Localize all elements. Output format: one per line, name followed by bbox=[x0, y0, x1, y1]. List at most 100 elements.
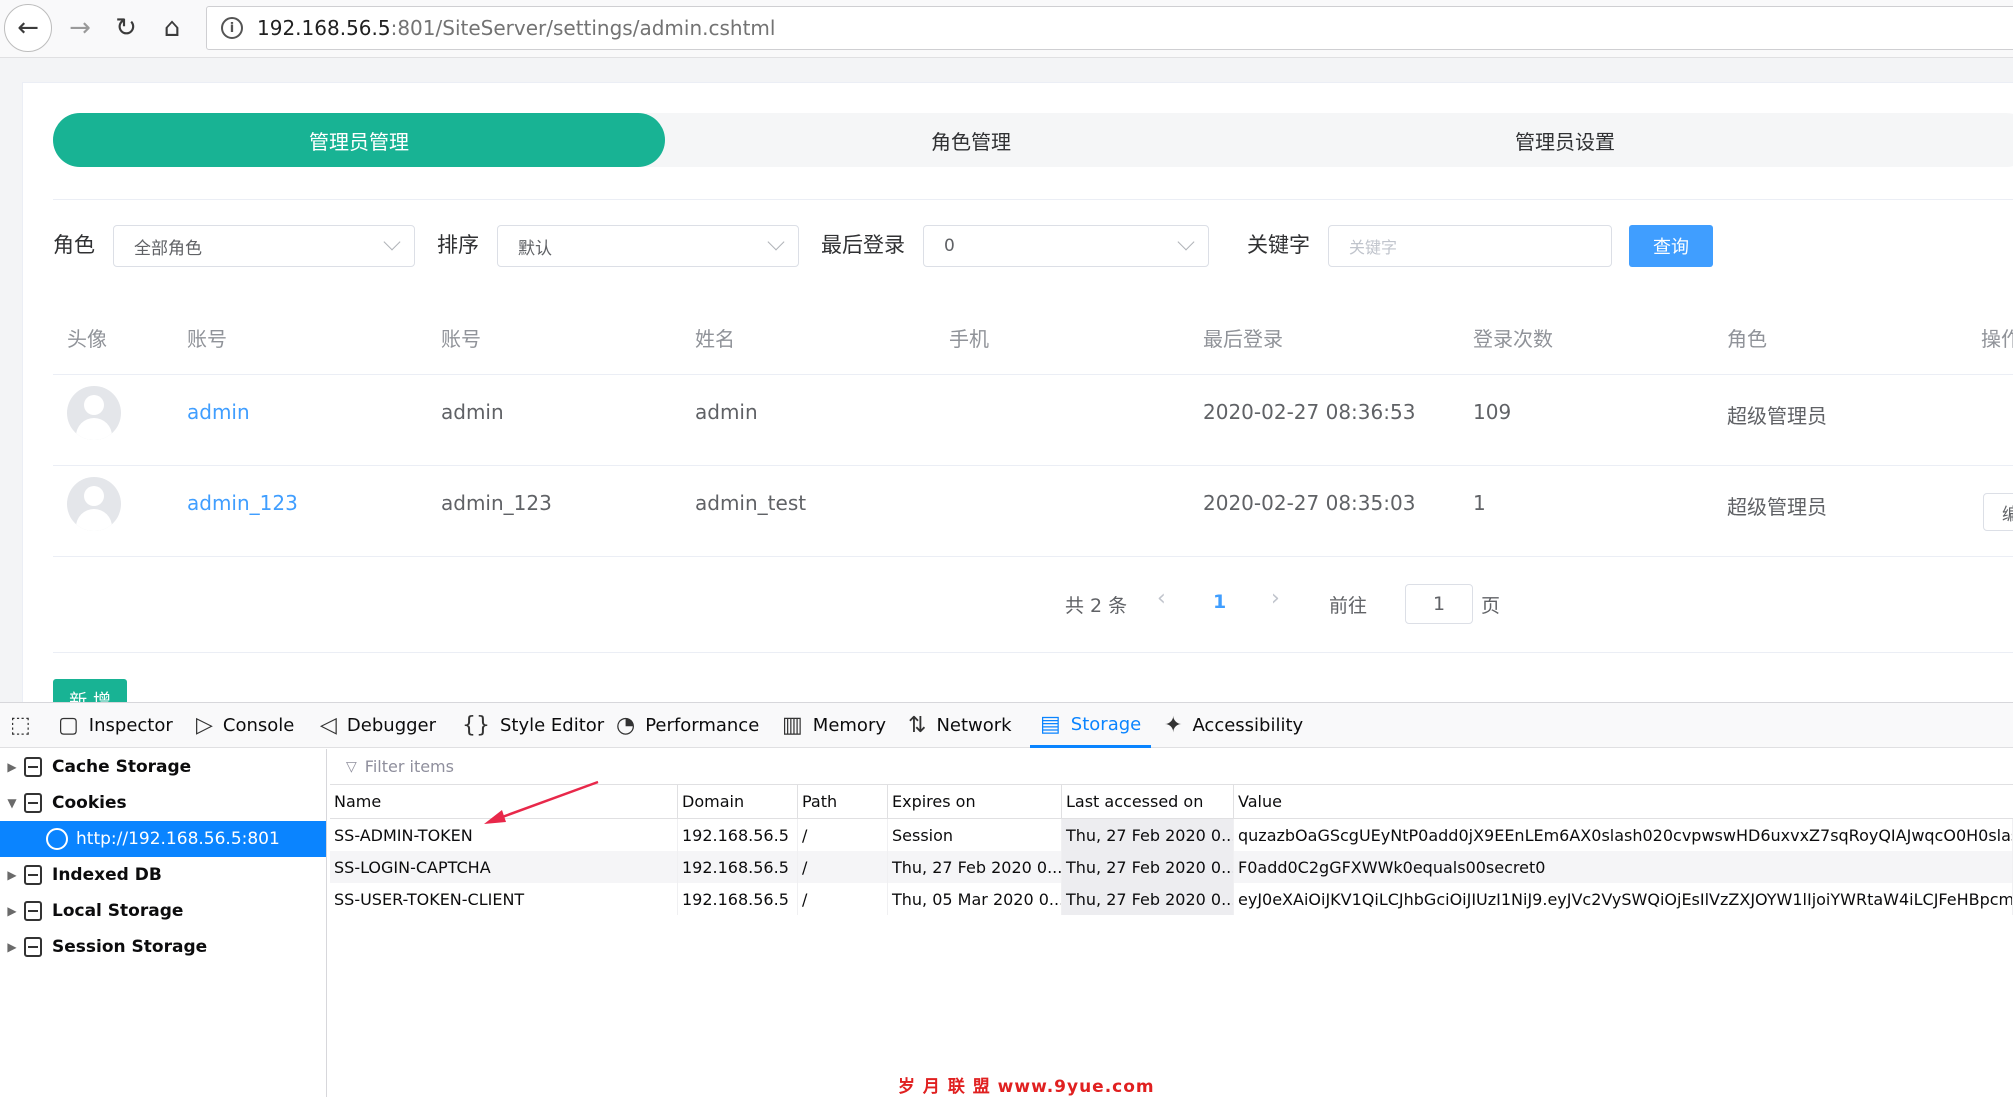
th-name: 姓名 bbox=[695, 327, 735, 351]
role-select[interactable]: 全部角色 bbox=[113, 225, 415, 267]
cookie-expires[interactable]: Thu, 27 Feb 2020 0... bbox=[888, 851, 1062, 883]
expand-arrow-icon[interactable]: ▶ bbox=[0, 940, 24, 954]
globe-icon bbox=[46, 828, 68, 850]
database-icon bbox=[24, 865, 42, 885]
account-link[interactable]: admin bbox=[187, 400, 250, 424]
pager-goto-label: 前往 bbox=[1329, 595, 1368, 617]
cookie-last-accessed[interactable]: Thu, 27 Feb 2020 0... bbox=[1062, 819, 1234, 851]
edit-button[interactable]: 编 bbox=[1983, 493, 2013, 531]
devtools-tab-debugger[interactable]: ◁ Debugger bbox=[320, 703, 436, 748]
address-bar[interactable]: i 192.168.56.5 :801/SiteServer/settings/… bbox=[206, 6, 2013, 50]
browser-toolbar: ← → ↻ ⌂ i 192.168.56.5 :801/SiteServer/s… bbox=[0, 0, 2013, 58]
collapse-arrow-icon[interactable]: ▼ bbox=[0, 796, 24, 810]
order-select-value: 默认 bbox=[518, 238, 552, 259]
add-button[interactable]: 新 增 bbox=[53, 679, 127, 702]
pager-next-icon[interactable]: › bbox=[1271, 586, 1280, 611]
table-row-divider bbox=[53, 556, 2013, 557]
tree-item-local-storage[interactable]: ▶ Local Storage bbox=[0, 893, 326, 929]
devtools-tab-console[interactable]: ▷ Console bbox=[196, 703, 294, 748]
url-path: :801/SiteServer/settings/admin.cshtml bbox=[390, 16, 776, 40]
th-avatar: 头像 bbox=[67, 327, 107, 351]
cookie-domain[interactable]: 192.168.56.5 bbox=[678, 819, 798, 851]
tree-item-label: Indexed DB bbox=[52, 865, 162, 885]
cookie-value[interactable]: F0add0C2gGFXWWk0equals00secret0 bbox=[1234, 851, 2013, 883]
login-count-cell: 1 bbox=[1473, 491, 1486, 515]
pager-goto-input[interactable]: 1 bbox=[1405, 584, 1473, 624]
devtools-tab-label: Memory bbox=[812, 715, 887, 736]
back-arrow-icon[interactable]: ← bbox=[4, 4, 52, 52]
tree-item-session-storage[interactable]: ▶ Session Storage bbox=[0, 929, 326, 965]
console-icon: ▷ bbox=[196, 713, 213, 738]
home-icon[interactable]: ⌂ bbox=[150, 6, 194, 50]
tab-role-management[interactable]: 角色管理 bbox=[665, 113, 1277, 167]
tab-admin-settings[interactable]: 管理员设置 bbox=[1265, 113, 1865, 167]
cookie-last-accessed[interactable]: Thu, 27 Feb 2020 0... bbox=[1062, 851, 1234, 883]
expand-arrow-icon[interactable]: ▶ bbox=[0, 904, 24, 918]
col-header-value[interactable]: Value bbox=[1234, 785, 2013, 819]
last-login-select[interactable]: 0 bbox=[923, 225, 1209, 267]
url-host: 192.168.56.5 bbox=[257, 16, 391, 40]
devtools-tab-memory[interactable]: ▥ Memory bbox=[782, 703, 886, 748]
cookie-name[interactable]: SS-USER-TOKEN-CLIENT bbox=[330, 883, 678, 915]
divider bbox=[53, 652, 2013, 653]
performance-icon: ◔ bbox=[616, 713, 636, 738]
devtools-tab-label: Style Editor bbox=[500, 715, 605, 736]
devtools-tab-network[interactable]: ⇅ Network bbox=[908, 703, 1012, 748]
cookie-path[interactable]: / bbox=[798, 883, 888, 915]
chevron-down-icon bbox=[383, 233, 401, 251]
expand-arrow-icon[interactable]: ▶ bbox=[0, 760, 24, 774]
cookie-value[interactable]: quzazbOaGScgUEyNtP0add0jX9EEnLEm6AX0slas… bbox=[1234, 819, 2013, 851]
devtools-tab-performance[interactable]: ◔ Performance bbox=[616, 703, 759, 748]
col-header-expires[interactable]: Expires on bbox=[888, 785, 1062, 819]
site-info-icon[interactable]: i bbox=[221, 17, 243, 39]
query-button[interactable]: 查询 bbox=[1629, 225, 1713, 267]
devtools-tab-accessibility[interactable]: ✦ Accessibility bbox=[1164, 703, 1303, 748]
devtools-tab-label: Performance bbox=[645, 715, 760, 736]
memory-icon: ▥ bbox=[782, 713, 803, 738]
debugger-icon: ◁ bbox=[320, 713, 337, 738]
name-cell: admin_test bbox=[695, 491, 807, 515]
cookie-value[interactable]: eyJ0eXAiOiJKV1QiLCJhbGciOiJIUzI1NiJ9.eyJ… bbox=[1234, 883, 2013, 915]
col-header-domain[interactable]: Domain bbox=[678, 785, 798, 819]
pager-page-1[interactable]: 1 bbox=[1213, 591, 1226, 613]
forward-arrow-icon[interactable]: → bbox=[58, 6, 102, 50]
pager-page-label: 页 bbox=[1481, 595, 1501, 617]
filter-icon: ▽ bbox=[346, 758, 357, 775]
role-label: 角色 bbox=[53, 233, 95, 257]
table-row-divider bbox=[53, 465, 2013, 466]
col-header-path[interactable]: Path bbox=[798, 785, 888, 819]
th-account-2: 账号 bbox=[441, 327, 481, 351]
devtools-tab-style-editor[interactable]: {} Style Editor bbox=[462, 703, 604, 748]
col-header-last-accessed[interactable]: Last accessed on bbox=[1062, 785, 1234, 819]
cookie-expires[interactable]: Session bbox=[888, 819, 1062, 851]
database-icon bbox=[24, 937, 42, 957]
cookie-last-accessed[interactable]: Thu, 27 Feb 2020 0... bbox=[1062, 883, 1234, 915]
cookie-path[interactable]: / bbox=[798, 851, 888, 883]
pager-prev-icon[interactable]: ‹ bbox=[1157, 586, 1166, 611]
keyword-input[interactable]: 关键字 bbox=[1328, 225, 1612, 267]
cookie-name[interactable]: SS-LOGIN-CAPTCHA bbox=[330, 851, 678, 883]
element-picker-icon[interactable]: ⬚ bbox=[10, 713, 34, 738]
tree-item-cookie-origin[interactable]: http://192.168.56.5:801 bbox=[0, 821, 326, 857]
tree-item-cookies[interactable]: ▼ Cookies bbox=[0, 785, 326, 821]
devtools-panel: ⬚ ▢ Inspector ▷ Console ◁ Debugger {} Style … bbox=[0, 702, 2013, 1097]
login-count-cell: 109 bbox=[1473, 400, 1512, 424]
expand-arrow-icon[interactable]: ▶ bbox=[0, 868, 24, 882]
account-link[interactable]: admin_123 bbox=[187, 491, 298, 515]
cookie-path[interactable]: / bbox=[798, 819, 888, 851]
reload-icon[interactable]: ↻ bbox=[104, 6, 148, 50]
th-last-login: 最后登录 bbox=[1203, 327, 1283, 351]
cookie-domain[interactable]: 192.168.56.5 bbox=[678, 851, 798, 883]
devtools-tab-storage[interactable]: ▤ Storage bbox=[1030, 703, 1152, 748]
devtools-tab-inspector[interactable]: ▢ Inspector bbox=[58, 703, 173, 748]
tree-item-cache-storage[interactable]: ▶ Cache Storage bbox=[0, 749, 326, 785]
th-login-count: 登录次数 bbox=[1473, 327, 1553, 351]
tab-admin-management[interactable]: 管理员管理 bbox=[53, 113, 665, 167]
th-actions: 操作 bbox=[1981, 327, 2013, 351]
tree-item-indexed-db[interactable]: ▶ Indexed DB bbox=[0, 857, 326, 893]
order-select[interactable]: 默认 bbox=[497, 225, 799, 267]
tree-item-label: Cache Storage bbox=[52, 757, 192, 777]
cookie-domain[interactable]: 192.168.56.5 bbox=[678, 883, 798, 915]
database-icon bbox=[24, 757, 42, 777]
cookie-expires[interactable]: Thu, 05 Mar 2020 0... bbox=[888, 883, 1062, 915]
